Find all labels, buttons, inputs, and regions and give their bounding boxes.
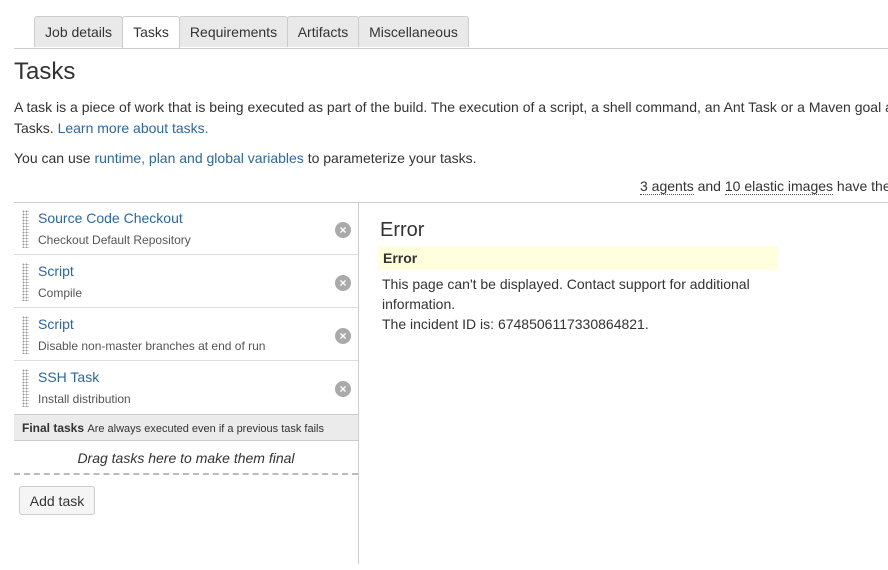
task-description: Compile (38, 286, 83, 300)
task-name[interactable]: Source Code Checkout (38, 210, 183, 226)
task-item[interactable]: Script Compile × (14, 256, 358, 308)
drag-handle-icon[interactable] (22, 210, 29, 248)
final-tasks-note: Are always executed even if a previous t… (87, 423, 324, 435)
final-tasks-header: Final tasks Are always executed even if … (14, 414, 358, 441)
final-tasks-dropzone[interactable]: Drag tasks here to make them final (14, 441, 358, 475)
variables-link[interactable]: runtime, plan and global variables (94, 150, 303, 166)
description-line-2: Tasks. Learn more about tasks. (14, 118, 209, 139)
description-line-1: A task is a piece of work that is being … (14, 99, 888, 115)
drag-handle-icon[interactable] (22, 316, 29, 354)
error-incident-id: The incident ID is: 6748506117330864821. (382, 316, 649, 332)
task-description: Disable non-master branches at end of ru… (38, 339, 266, 353)
remove-circle-icon[interactable]: × (335, 275, 351, 291)
description-prefix: Tasks. (14, 120, 58, 136)
learn-more-link[interactable]: Learn more about tasks. (58, 120, 209, 136)
tab-requirements[interactable]: Requirements (179, 16, 288, 47)
task-item[interactable]: SSH Task Install distribution × (14, 362, 358, 414)
task-name[interactable]: Script (38, 316, 74, 332)
agents-suffix: have the (833, 178, 888, 194)
drag-handle-icon[interactable] (22, 369, 29, 407)
remove-circle-icon[interactable]: × (335, 381, 351, 397)
task-item[interactable]: Source Code Checkout Checkout Default Re… (14, 203, 358, 255)
task-description: Install distribution (38, 392, 131, 406)
error-message: This page can't be displayed. Contact su… (382, 274, 782, 334)
page-title: Tasks (14, 58, 76, 85)
drag-handle-icon[interactable] (22, 263, 29, 301)
tab-artifacts[interactable]: Artifacts (287, 16, 359, 47)
tab-bar: Job details Tasks Requirements Artifacts… (14, 16, 888, 49)
task-name[interactable]: Script (38, 263, 74, 279)
error-message-line-1: This page can't be displayed. Contact su… (382, 276, 750, 312)
panel-divider (358, 202, 359, 564)
agents-count-link[interactable]: 3 agents (640, 178, 694, 195)
tab-job-details[interactable]: Job details (34, 16, 123, 47)
remove-circle-icon[interactable]: × (335, 328, 351, 344)
tab-tasks[interactable]: Tasks (122, 16, 180, 48)
variables-hint: You can use runtime, plan and global var… (14, 148, 477, 169)
tab-miscellaneous[interactable]: Miscellaneous (358, 16, 469, 47)
error-box: Error (378, 246, 778, 270)
error-title: Error (380, 219, 425, 241)
agents-capability-note: 3 agents and 10 elastic images have the (640, 178, 888, 195)
task-item[interactable]: Script Disable non-master branches at en… (14, 309, 358, 361)
variables-prefix: You can use (14, 150, 95, 166)
task-description: Checkout Default Repository (38, 233, 191, 247)
error-box-label: Error (383, 250, 418, 266)
final-tasks-label: Final tasks (22, 421, 85, 435)
elastic-images-link[interactable]: 10 elastic images (724, 178, 834, 195)
agents-and: and (693, 178, 725, 194)
add-task-button[interactable]: Add task (19, 486, 95, 515)
variables-suffix: to parameterize your tasks. (303, 150, 477, 166)
task-name[interactable]: SSH Task (38, 369, 99, 385)
remove-circle-icon[interactable]: × (335, 222, 351, 238)
